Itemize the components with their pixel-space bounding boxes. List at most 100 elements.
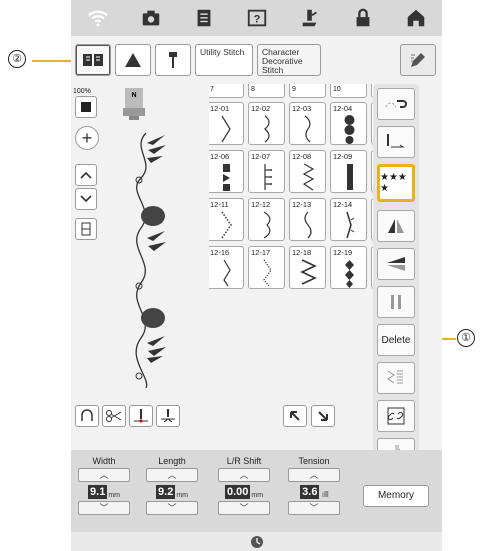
stitch-preview: N bbox=[101, 88, 201, 389]
clock-icon[interactable] bbox=[250, 535, 264, 549]
stitch-cell-12-09[interactable]: 12-09 bbox=[330, 150, 367, 193]
help-icon[interactable]: ? bbox=[242, 3, 272, 33]
utility-stitch-tab[interactable]: Utility Stitch bbox=[195, 44, 253, 76]
stitch-cell-12-06[interactable]: 12-06 bbox=[209, 150, 244, 193]
cell-number: 12-07 bbox=[251, 152, 271, 161]
needle-down-button[interactable] bbox=[129, 405, 153, 427]
length-up-button[interactable]: ︿ bbox=[146, 468, 198, 482]
presser-foot-icon[interactable] bbox=[295, 3, 325, 33]
arrow-down-right-icon bbox=[318, 411, 328, 421]
mirror-vertical-icon bbox=[387, 257, 405, 271]
stitch-cell-12-13[interactable]: 12-13 bbox=[289, 198, 326, 241]
document-icon[interactable] bbox=[189, 3, 219, 33]
stars-icon: ★★★ ★ bbox=[380, 172, 407, 194]
zoom-plus-button[interactable]: + bbox=[75, 126, 99, 150]
camera-icon[interactable] bbox=[136, 3, 166, 33]
twin-needle-button[interactable] bbox=[377, 286, 415, 318]
mirror-vertical-button[interactable] bbox=[377, 248, 415, 280]
needle-down-icon bbox=[134, 409, 148, 423]
scroll-up-button[interactable] bbox=[75, 164, 97, 186]
lr-shift-up-button[interactable]: ︿ bbox=[218, 468, 270, 482]
edit-pencil-button[interactable] bbox=[400, 44, 436, 76]
lock-icon[interactable] bbox=[348, 3, 378, 33]
book-icon bbox=[83, 54, 103, 66]
stitch-cell-12-12[interactable]: 12-12 bbox=[248, 198, 285, 241]
loop-button[interactable] bbox=[75, 405, 99, 427]
stitch-cell-9[interactable]: 9 bbox=[289, 84, 326, 98]
scissors-button[interactable] bbox=[102, 405, 126, 427]
stitch-cell-12-11[interactable]: 12-11 bbox=[209, 198, 244, 241]
dot-stitch-icon bbox=[344, 115, 355, 144]
cell-number: 12-18 bbox=[292, 248, 312, 257]
cell-number: 12-09 bbox=[333, 152, 353, 161]
scroll-down-button[interactable] bbox=[75, 188, 97, 210]
frame-view-button[interactable] bbox=[75, 218, 97, 240]
cell-number: 10 bbox=[333, 86, 341, 93]
tension-level-icon: ıılllll bbox=[321, 490, 328, 499]
tension-value: 3.6 bbox=[300, 485, 320, 499]
bottom-bar bbox=[71, 532, 442, 551]
needle-stop-button[interactable] bbox=[156, 405, 180, 427]
stitch-cell-12-04[interactable]: 12-04 bbox=[330, 102, 367, 145]
stitch-cell-12-16[interactable]: 12-16 bbox=[209, 246, 244, 289]
home-icon[interactable] bbox=[401, 3, 431, 33]
arrow-down-right-button[interactable] bbox=[311, 405, 335, 427]
single-stitch-button[interactable] bbox=[377, 126, 415, 158]
tension-up-button[interactable]: ︿ bbox=[288, 468, 340, 482]
stitch-cell-12-03[interactable]: 12-03 bbox=[289, 102, 326, 145]
scallop-stitch-icon bbox=[264, 115, 270, 143]
svg-text:N: N bbox=[131, 92, 136, 99]
width-down-button[interactable]: ﹀ bbox=[78, 501, 130, 515]
cell-number: 9 bbox=[292, 86, 296, 93]
mirror-horizontal-button[interactable] bbox=[377, 210, 415, 242]
width-setting: Width ︿ 9.1 mm ﹀ bbox=[73, 454, 135, 530]
chevron-up-icon bbox=[80, 171, 92, 179]
callout-2: ② bbox=[8, 50, 26, 68]
stitch-cell-10[interactable]: 10 bbox=[330, 84, 367, 98]
lr-shift-unit: mm bbox=[251, 492, 264, 499]
stitch-cell-12-19[interactable]: 12-19 bbox=[330, 246, 367, 289]
tension-down-button[interactable]: ﹀ bbox=[288, 501, 340, 515]
stitch-cell-12-17[interactable]: 12-17 bbox=[248, 246, 285, 289]
wifi-icon[interactable] bbox=[83, 3, 113, 33]
wave-stitch-icon bbox=[304, 115, 311, 143]
stitch-cell-12-18[interactable]: 12-18 bbox=[289, 246, 326, 289]
delete-button[interactable]: Delete bbox=[377, 324, 415, 356]
top-bar: ? bbox=[71, 0, 442, 36]
color-square-button[interactable] bbox=[75, 96, 97, 118]
length-value: 9.2 bbox=[156, 485, 176, 499]
memory-button[interactable]: Memory bbox=[363, 485, 429, 507]
stitch-cell-7[interactable]: 7 bbox=[209, 84, 244, 98]
character-decorative-stitch-tab[interactable]: Character Decorative Stitch bbox=[257, 44, 321, 76]
link-button[interactable] bbox=[377, 400, 415, 432]
lr-shift-down-button[interactable]: ﹀ bbox=[218, 501, 270, 515]
cell-number: 12-17 bbox=[251, 248, 271, 257]
stitch-grid: 7 8 9 10 12-01 12-02 12-03 12-04 12-06 1… bbox=[209, 84, 377, 394]
arrow-up-left-icon bbox=[290, 411, 300, 421]
stitch-cell-8[interactable]: 8 bbox=[248, 84, 285, 98]
dotted-zigzag-icon bbox=[221, 211, 232, 239]
pattern-book-button[interactable] bbox=[75, 44, 111, 76]
needle-pattern-button[interactable] bbox=[155, 44, 191, 76]
callout-1: ① bbox=[457, 329, 475, 347]
stitch-cell-12-08[interactable]: 12-08 bbox=[289, 150, 326, 193]
thread-cutter-button[interactable] bbox=[377, 88, 415, 120]
arrow-up-left-button[interactable] bbox=[283, 405, 307, 427]
cell-number: 7 bbox=[210, 86, 214, 93]
decorative-stitch-preview: N bbox=[123, 88, 166, 389]
cell-number: 12-06 bbox=[210, 152, 230, 161]
density-stitch-button[interactable]: ★★★ ★ bbox=[377, 164, 415, 202]
stitch-cell-12-14[interactable]: 12-14 bbox=[330, 198, 367, 241]
stitch-cell-12-07[interactable]: 12-07 bbox=[248, 150, 285, 193]
stitch-pattern-button[interactable] bbox=[377, 362, 415, 394]
cell-number: 12-08 bbox=[292, 152, 312, 161]
triple-zigzag-icon bbox=[302, 163, 315, 191]
stitch-cell-12-01[interactable]: 12-01 bbox=[209, 102, 244, 145]
block-stitch-icon bbox=[223, 164, 230, 191]
stitch-cell-12-02[interactable]: 12-02 bbox=[248, 102, 285, 145]
triangle-pattern-button[interactable] bbox=[115, 44, 151, 76]
tension-setting: Tension ︿ 3.6 ıılllll ﹀ bbox=[283, 454, 345, 530]
width-up-button[interactable]: ︿ bbox=[78, 468, 130, 482]
feather-stitch-icon bbox=[346, 211, 355, 239]
length-down-button[interactable]: ﹀ bbox=[146, 501, 198, 515]
